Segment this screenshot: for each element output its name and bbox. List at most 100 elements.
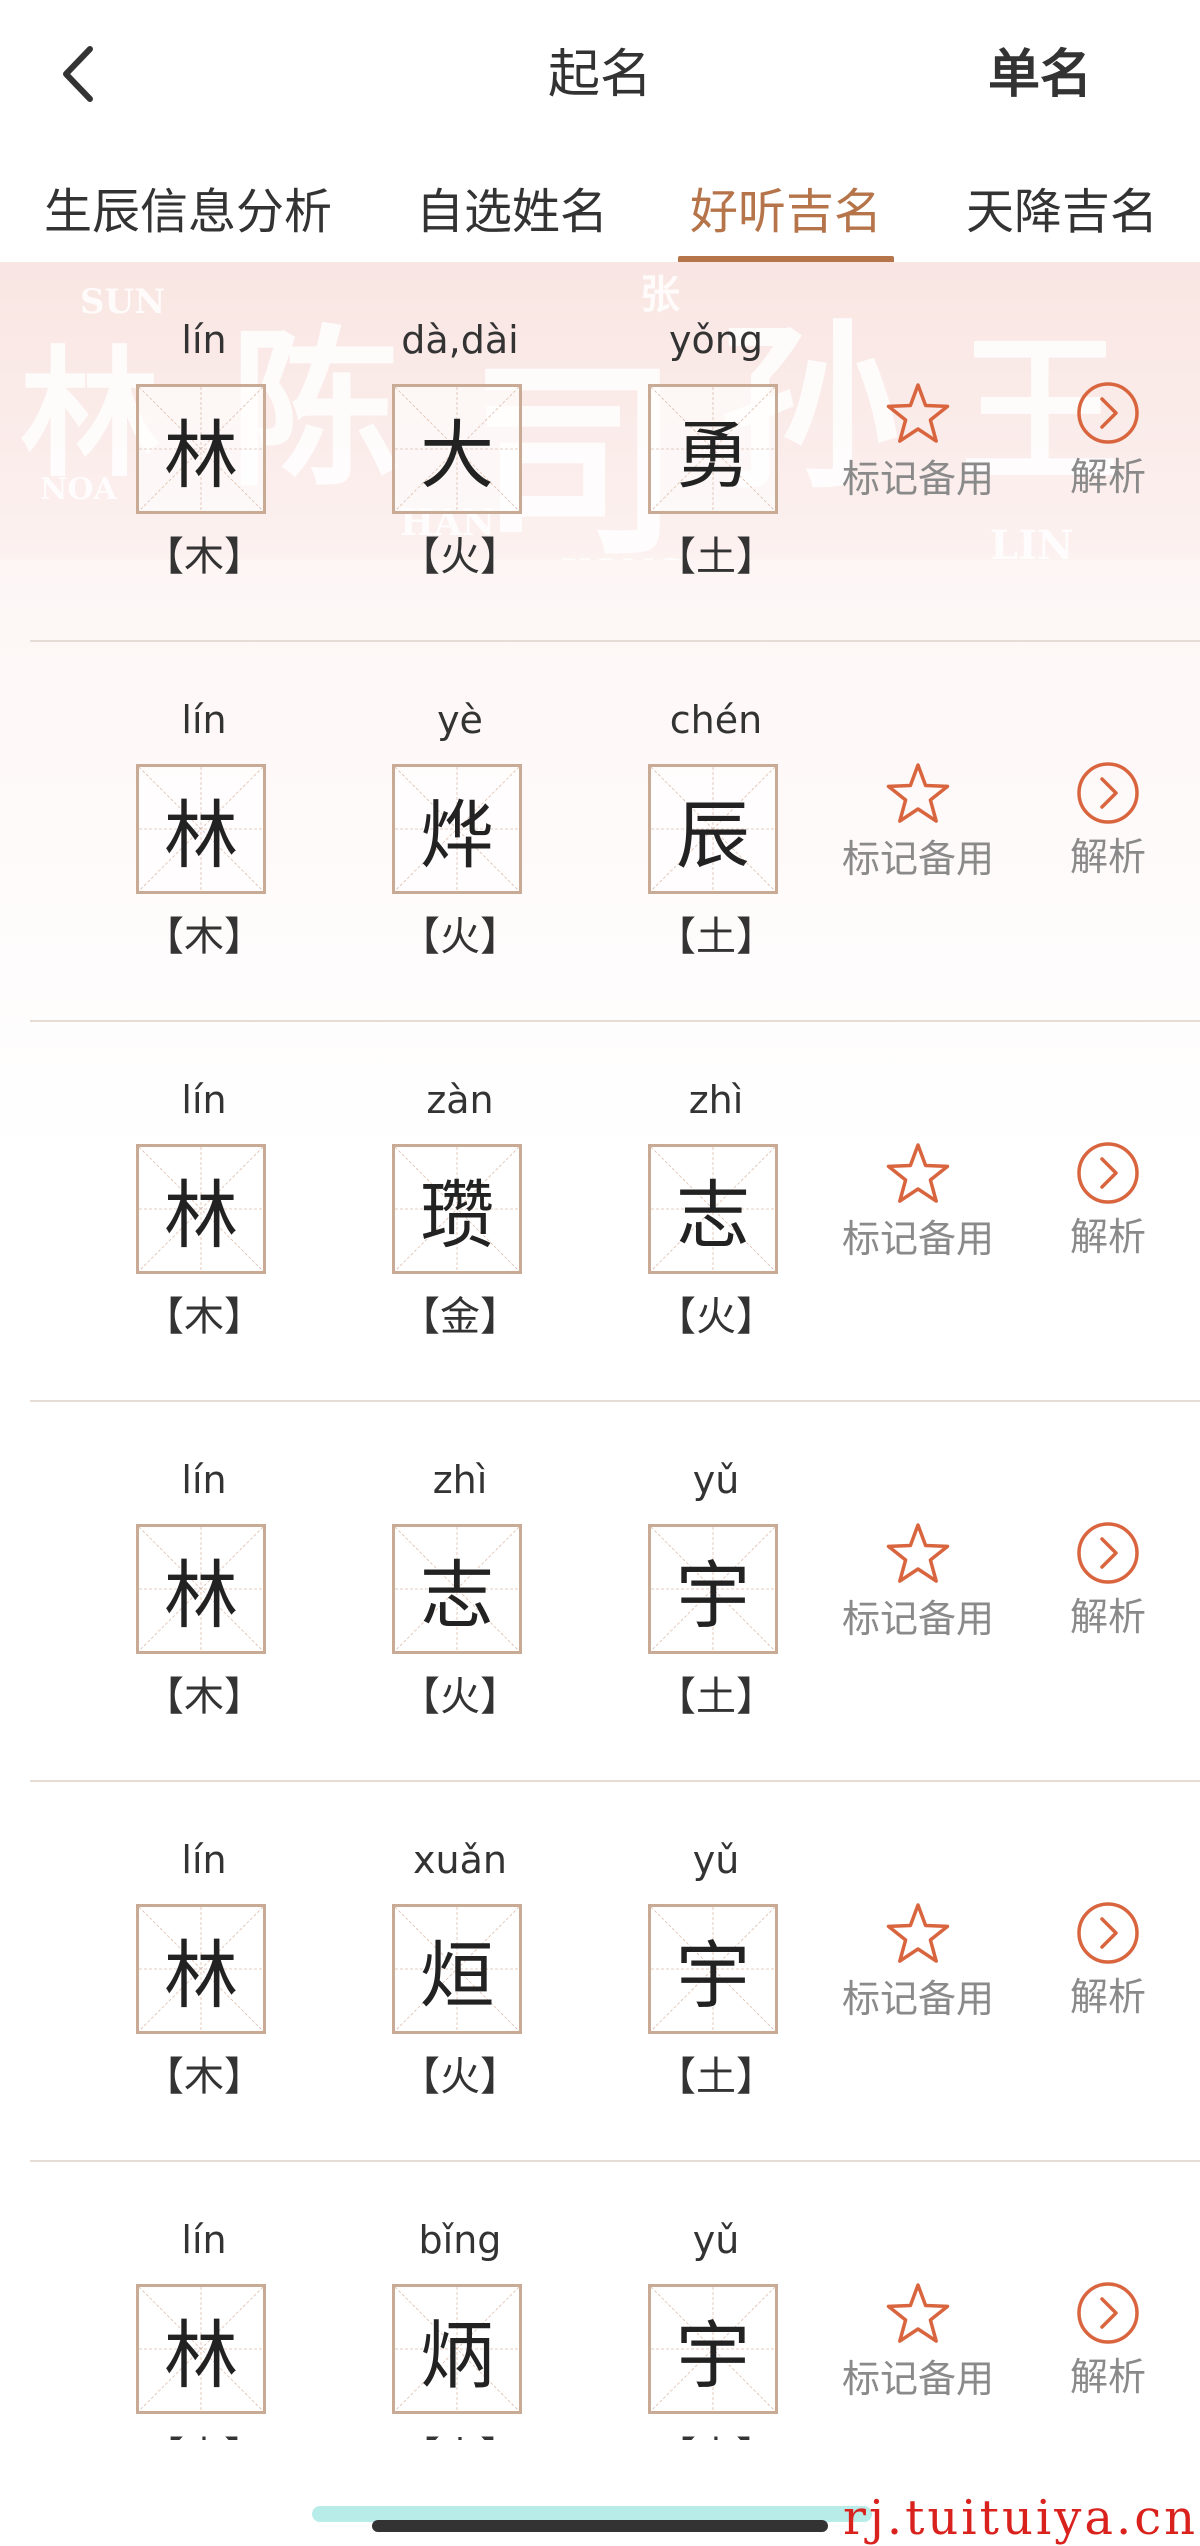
five-element-label: 【木】 bbox=[144, 914, 264, 960]
character-grid-box: 林 bbox=[136, 1904, 266, 2034]
character-grid-box: 林 bbox=[136, 2284, 266, 2414]
character-grid-box: 宇 bbox=[648, 1524, 778, 1654]
five-element-label: 【土】 bbox=[656, 2054, 776, 2100]
hanzi-character: 宇 bbox=[676, 1932, 750, 2019]
hanzi-character: 林 bbox=[164, 792, 238, 879]
analyze-label: 解析 bbox=[1070, 1215, 1147, 1259]
mark-backup-label: 标记备用 bbox=[842, 837, 995, 881]
character-grid-box: 志 bbox=[392, 1524, 522, 1654]
five-element-label: 【木】 bbox=[144, 1294, 264, 1340]
chevron-right-circle-icon bbox=[1077, 2282, 1139, 2344]
star-icon bbox=[886, 763, 950, 823]
analyze-button[interactable]: 解析 bbox=[1070, 760, 1146, 882]
name-row: lín 林【木】 xuǎn 烜【火】 yǔ 宇【土】 标记备用 解析 bbox=[0, 1782, 1200, 2162]
mark-backup-label: 标记备用 bbox=[842, 457, 995, 501]
hanzi-character: 林 bbox=[164, 1932, 238, 2019]
five-element-label: 【土】 bbox=[656, 914, 776, 960]
character-grid-box: 辰 bbox=[648, 764, 778, 894]
name-row: lín 林【木】 zhì 志【火】 yǔ 宇【土】 标记备用 解析 bbox=[0, 1402, 1200, 1782]
single-name-toggle[interactable]: 单名 bbox=[988, 40, 1092, 110]
mark-backup-button[interactable]: 标记备用 bbox=[842, 2280, 994, 2404]
star-icon bbox=[886, 383, 950, 443]
hanzi-character: 宇 bbox=[676, 1552, 750, 1639]
tab-custom-name[interactable]: 自选姓名 bbox=[416, 172, 608, 252]
pinyin-label: yǔ bbox=[692, 2218, 740, 2262]
hanzi-character: 勇 bbox=[676, 412, 750, 499]
five-element-label: 【金】 bbox=[400, 1294, 520, 1340]
character-grid-box: 烨 bbox=[392, 764, 522, 894]
name-row: lín 林【木】 zàn 瓒【金】 zhì 志【火】 标记备用 解析 bbox=[0, 1022, 1200, 1402]
character-grid-box: 大 bbox=[392, 384, 522, 514]
pinyin-label: dà,dài bbox=[401, 318, 519, 362]
hanzi-character: 辰 bbox=[676, 792, 750, 879]
mark-backup-button[interactable]: 标记备用 bbox=[842, 380, 994, 504]
five-element-label: 【火】 bbox=[400, 914, 520, 960]
pinyin-label: zhì bbox=[432, 1458, 488, 1502]
pinyin-label: yè bbox=[437, 698, 483, 742]
analyze-button[interactable]: 解析 bbox=[1070, 2280, 1146, 2402]
five-element-label: 【土】 bbox=[656, 534, 776, 580]
mark-backup-label: 标记备用 bbox=[842, 1597, 995, 1641]
hanzi-character: 烨 bbox=[420, 792, 494, 879]
mark-backup-button[interactable]: 标记备用 bbox=[842, 1140, 994, 1264]
pinyin-label: lín bbox=[181, 2218, 227, 2262]
site-watermark: rj.tuituiya.cn bbox=[843, 2490, 1198, 2546]
hanzi-character: 林 bbox=[164, 1552, 238, 1639]
pinyin-label: lín bbox=[181, 1078, 227, 1122]
analyze-label: 解析 bbox=[1070, 2355, 1147, 2399]
pinyin-label: chén bbox=[669, 698, 763, 742]
five-element-label: 【木】 bbox=[144, 1674, 264, 1720]
character-grid-box: 宇 bbox=[648, 1904, 778, 2034]
five-element-label: 【木】 bbox=[144, 2054, 264, 2100]
hanzi-character: 志 bbox=[676, 1172, 750, 1259]
mark-backup-label: 标记备用 bbox=[842, 2357, 995, 2401]
analyze-button[interactable]: 解析 bbox=[1070, 380, 1146, 502]
analyze-label: 解析 bbox=[1070, 1595, 1147, 1639]
mark-backup-button[interactable]: 标记备用 bbox=[842, 760, 994, 884]
hanzi-character: 宇 bbox=[676, 2312, 750, 2399]
five-element-label: 【木】 bbox=[144, 534, 264, 580]
mark-backup-button[interactable]: 标记备用 bbox=[842, 1900, 994, 2024]
pinyin-label: lín bbox=[181, 318, 227, 362]
tab-birth-analysis[interactable]: 生辰信息分析 bbox=[44, 172, 332, 252]
tab-destiny-names[interactable]: 天降吉名 bbox=[966, 172, 1158, 252]
pinyin-label: zhì bbox=[688, 1078, 744, 1122]
character-grid-box: 林 bbox=[136, 1144, 266, 1274]
analyze-button[interactable]: 解析 bbox=[1070, 1900, 1146, 2022]
hanzi-character: 林 bbox=[164, 2312, 238, 2399]
pinyin-label: lín bbox=[181, 1838, 227, 1882]
analyze-button[interactable]: 解析 bbox=[1070, 1520, 1146, 1642]
tab-good-names[interactable]: 好听吉名 bbox=[690, 172, 882, 252]
hanzi-character: 炳 bbox=[420, 2312, 494, 2399]
chevron-right-circle-icon bbox=[1077, 1902, 1139, 1964]
mark-backup-label: 标记备用 bbox=[842, 1977, 995, 2021]
character-grid-box: 宇 bbox=[648, 2284, 778, 2414]
pinyin-label: yǒng bbox=[669, 318, 763, 362]
hanzi-character: 林 bbox=[164, 412, 238, 499]
five-element-label: 【火】 bbox=[656, 1294, 776, 1340]
five-element-label: 【土】 bbox=[656, 1674, 776, 1720]
analyze-button[interactable]: 解析 bbox=[1070, 1140, 1146, 1262]
five-element-label: 【火】 bbox=[400, 534, 520, 580]
character-grid-box: 林 bbox=[136, 1524, 266, 1654]
hanzi-character: 大 bbox=[420, 412, 494, 499]
character-grid-box: 勇 bbox=[648, 384, 778, 514]
mark-backup-button[interactable]: 标记备用 bbox=[842, 1520, 994, 1644]
character-grid-box: 志 bbox=[648, 1144, 778, 1274]
header-bar: 起名 单名 bbox=[0, 0, 1200, 150]
chevron-right-circle-icon bbox=[1077, 1142, 1139, 1204]
star-icon bbox=[886, 1143, 950, 1203]
analyze-label: 解析 bbox=[1070, 835, 1147, 879]
hanzi-character: 瓒 bbox=[420, 1172, 494, 1259]
hanzi-character: 烜 bbox=[420, 1932, 494, 2019]
analyze-label: 解析 bbox=[1070, 1975, 1147, 2019]
name-row: lín 林【木】 dà,dài 大【火】 yǒng 勇【土】 标记备用 解析 bbox=[0, 262, 1200, 642]
pinyin-label: lín bbox=[181, 1458, 227, 1502]
star-icon bbox=[886, 2283, 950, 2343]
mark-backup-label: 标记备用 bbox=[842, 1217, 995, 1261]
star-icon bbox=[886, 1903, 950, 1963]
pinyin-label: yǔ bbox=[692, 1458, 740, 1502]
pinyin-label: lín bbox=[181, 698, 227, 742]
home-indicator[interactable] bbox=[372, 2520, 828, 2532]
star-icon bbox=[886, 1523, 950, 1583]
